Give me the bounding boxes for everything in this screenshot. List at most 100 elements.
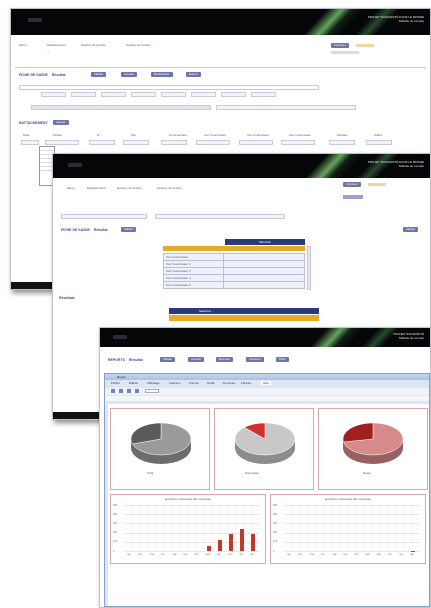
menu-insert[interactable]: Insertion xyxy=(169,381,181,385)
grid-input-3[interactable] xyxy=(89,140,115,145)
nav-gestion-2[interactable]: Gestion de la fiche xyxy=(126,43,151,47)
table-scrollbar[interactable] xyxy=(307,246,311,290)
bottom-table-row-highlight[interactable] xyxy=(169,315,319,321)
add-button[interactable]: Ajouter xyxy=(53,120,69,125)
grid-input-5[interactable] xyxy=(161,140,187,145)
menu-data[interactable]: Données xyxy=(223,381,235,385)
y-tick-label: 200 xyxy=(113,531,118,535)
pie-panel-1: Total xyxy=(110,408,210,490)
nav-rattachement[interactable]: Rattachement xyxy=(87,186,106,190)
menu-edit[interactable]: Édition xyxy=(129,381,138,385)
x-tick-label: nov xyxy=(399,553,404,556)
x-tick-label: avr xyxy=(161,553,165,556)
logo xyxy=(68,163,83,167)
viewer-formula-bar xyxy=(105,396,429,401)
search-button[interactable]: Rechercher xyxy=(151,72,173,77)
x-tick-label: juil xyxy=(354,553,358,556)
refresh-icon[interactable] xyxy=(135,389,139,393)
grid-input-1[interactable] xyxy=(21,140,39,145)
nav-gestion-2[interactable]: Gestion de la fiche xyxy=(157,186,182,190)
nav-gestion[interactable]: Gestion de la fiche xyxy=(81,43,106,47)
divider xyxy=(15,67,426,68)
nav-home[interactable]: Menu xyxy=(67,186,75,190)
bar xyxy=(240,528,245,551)
section-subtitle: Résultat xyxy=(93,228,108,232)
print-icon[interactable] xyxy=(119,389,123,393)
grid-input-4[interactable] xyxy=(123,140,149,145)
filter-field-5[interactable] xyxy=(161,92,186,97)
gridline xyxy=(125,551,259,552)
grid-col-status: Statut xyxy=(374,133,382,137)
section-subtitle: Résultat xyxy=(51,73,66,77)
export-button[interactable]: Export xyxy=(186,72,201,77)
filter-field-8[interactable] xyxy=(251,92,276,97)
section-title: FICHE DE SAISIE Résultat xyxy=(19,73,66,77)
gridline xyxy=(125,505,259,506)
comment-field-2[interactable] xyxy=(216,105,356,110)
grid-input-7[interactable] xyxy=(239,140,273,145)
filter-field-4[interactable] xyxy=(131,92,156,97)
menu-format[interactable]: Format xyxy=(189,381,199,385)
bar-chart-1-title: Evolution mensuelle des montants xyxy=(165,497,211,501)
zoom-field[interactable] xyxy=(145,389,159,393)
status-chip xyxy=(331,51,359,54)
table-row[interactable]: Cat. Fournisseur 4 xyxy=(163,274,305,282)
menu-view[interactable]: Affichage xyxy=(147,381,159,385)
print-badge[interactable]: Imprimer xyxy=(343,182,361,187)
x-tick-label: avr xyxy=(321,553,325,556)
print-badge[interactable]: Imprimer xyxy=(331,43,349,48)
search-field-2[interactable] xyxy=(155,214,285,219)
cancel-button[interactable]: Annuler xyxy=(121,72,138,77)
zoom-icon[interactable] xyxy=(127,389,131,393)
report-viewer-window: Report Fichier Édition Affichage Inserti… xyxy=(104,373,430,607)
filter-field-3[interactable] xyxy=(101,92,126,97)
export-button[interactable]: Exporter xyxy=(216,357,234,362)
table-cell xyxy=(223,274,305,282)
selection-row-highlight[interactable] xyxy=(163,246,305,251)
menu-tools[interactable]: Outils xyxy=(207,381,215,385)
filter-field-2[interactable] xyxy=(71,92,96,97)
filter-field-6[interactable] xyxy=(191,92,216,97)
section-title: FICHE DE SAISIE Résultat xyxy=(61,228,108,232)
bar-chart-2 xyxy=(285,505,419,552)
menu-file[interactable]: Fichier xyxy=(111,381,120,385)
grid-input-6[interactable] xyxy=(196,140,230,145)
cancel-button[interactable]: Annuler xyxy=(188,357,205,362)
bar-chart-1-yaxis: 500 400 300 200 100 0 xyxy=(111,504,125,553)
viewer-toolbar xyxy=(105,388,429,395)
nav-rattachement[interactable]: Rattachement xyxy=(47,43,66,47)
status-chip xyxy=(343,195,363,199)
nav-home[interactable]: Menu xyxy=(19,43,27,47)
print-button[interactable]: Imprimer xyxy=(246,357,264,362)
grid-input-8[interactable] xyxy=(281,140,315,145)
validate-button[interactable]: Valider xyxy=(160,357,176,362)
menu-help[interactable]: Aide xyxy=(261,381,272,385)
search-field-1[interactable] xyxy=(61,214,147,219)
nav-gestion[interactable]: Gestion de la fiche xyxy=(117,186,142,190)
validate-button[interactable]: Valider xyxy=(91,72,107,77)
save-icon[interactable] xyxy=(111,389,115,393)
x-tick-label: mai xyxy=(332,553,337,556)
right-validate-button[interactable]: Valider xyxy=(403,227,419,232)
table-row[interactable]: Cat. Fournisseur 2 xyxy=(163,260,305,268)
menu-window[interactable]: Fenêtre xyxy=(241,381,251,385)
bottom-table-header: Sélection xyxy=(169,308,319,314)
grid-input-9[interactable] xyxy=(329,140,355,145)
bar-chart-2-title: Evolution mensuelle des montants xyxy=(325,497,371,501)
grid-input-2[interactable] xyxy=(45,140,79,145)
table-cell xyxy=(223,281,305,289)
bar-chart-1-xaxis: jan fév mar avr mai juin juil aoû sep oct nov déc xyxy=(125,553,259,559)
filter-field-7[interactable] xyxy=(221,92,246,97)
x-tick-label: mar xyxy=(309,553,315,556)
grid-input-10[interactable] xyxy=(366,140,392,145)
table-row[interactable]: Cat. Fournisseur 3 xyxy=(163,267,305,275)
header-info: PROJET SOLIDARITÉ DANS LE MONDE Tablette… xyxy=(368,15,424,23)
table-row[interactable]: Cat. Fournisseur xyxy=(163,253,305,261)
table-row[interactable]: Cat. Fournisseur 5 xyxy=(163,281,305,289)
comment-field[interactable] xyxy=(31,105,211,110)
filter-button[interactable]: Filtre xyxy=(276,357,289,362)
filter-field-1[interactable] xyxy=(41,92,66,97)
validate-button[interactable]: Valider xyxy=(121,227,137,232)
status-badge xyxy=(368,183,386,186)
report-sheet: Total Sous-total Reste Evolution mensuel… xyxy=(108,404,429,606)
